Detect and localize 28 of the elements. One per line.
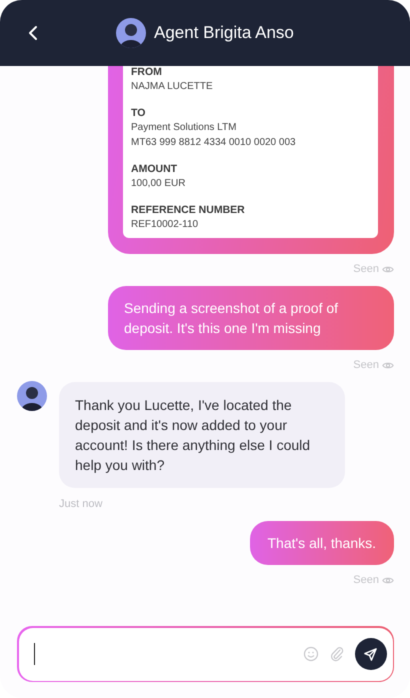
send-icon — [363, 646, 378, 662]
eye-icon — [382, 360, 394, 370]
seen-status: Seen — [353, 263, 379, 275]
sent-message: That's all, thanks. — [250, 521, 394, 565]
agent-name: Agent Brigita Anso — [154, 23, 294, 43]
field-label: TO — [131, 107, 146, 120]
text-cursor — [34, 643, 35, 665]
back-icon[interactable] — [26, 24, 40, 42]
seen-status: Seen — [353, 359, 379, 371]
sent-message: Sending a screenshot of a proof of deposit. It's this one I'm missing — [108, 286, 394, 350]
field-label: REFERENCE NUMBER — [131, 204, 246, 217]
field-value: 100,00 EUR — [131, 177, 186, 191]
message-time: Just now — [59, 498, 104, 510]
paperclip-icon[interactable] — [328, 646, 344, 662]
avatar-icon — [116, 18, 146, 48]
message-field[interactable] — [17, 626, 394, 682]
avatar-icon — [17, 381, 47, 411]
received-message: Thank you Lucette, I've located the deposit and it's now added to your account! Is there anything else I could help you with? — [59, 382, 345, 488]
field-value: MT63 999 8812 4334 0010 0020 003 — [131, 136, 297, 150]
seen-status: Seen — [353, 574, 379, 586]
field-label: AMOUNT — [131, 163, 178, 176]
send-button[interactable] — [354, 638, 386, 670]
field-value: REF10002-110 — [131, 218, 200, 232]
eye-icon — [382, 264, 394, 274]
field-value: Payment Solutions LTM — [131, 121, 238, 135]
field-label: FROM — [131, 66, 163, 79]
field-value: NAJMA LUCETTE — [131, 80, 214, 94]
eye-icon — [382, 576, 394, 584]
